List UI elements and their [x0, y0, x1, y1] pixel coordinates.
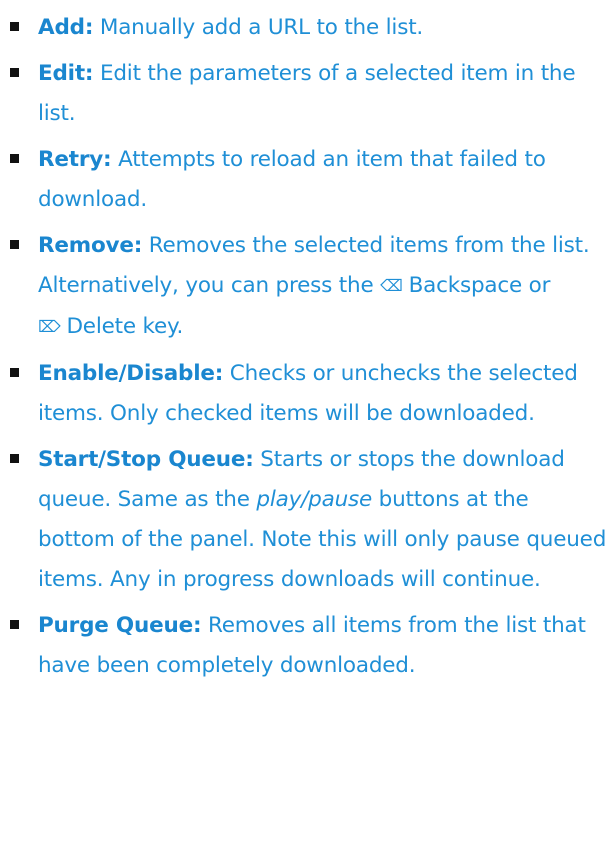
- bullet-icon: [10, 368, 19, 377]
- term-label: Add:: [38, 15, 94, 40]
- bullet-icon: [10, 22, 19, 31]
- bullet-icon: [10, 454, 19, 463]
- bullet-icon: [10, 240, 19, 249]
- term-description: Edit the parameters of a selected item i…: [38, 61, 576, 126]
- bullet-icon: [10, 154, 19, 163]
- delete-key-icon: ⌦: [38, 317, 61, 336]
- delete-key-label: Delete: [66, 314, 136, 339]
- backspace-key-icon: ⌫: [380, 276, 403, 295]
- list-item-purge-queue: Purge Queue: Removes all items from the …: [0, 606, 610, 686]
- term-label: Retry:: [38, 147, 112, 172]
- key-suffix-text: key.: [135, 314, 184, 339]
- or-text: or: [522, 273, 551, 298]
- term-label: Edit:: [38, 61, 94, 86]
- backspace-key-label: Backspace: [408, 273, 523, 298]
- term-label: Enable/Disable:: [38, 361, 224, 386]
- bullet-icon: [10, 620, 19, 629]
- list-item-add: Add: Manually add a URL to the list.: [0, 8, 610, 48]
- list-item-retry: Retry: Attempts to reload an item that f…: [0, 140, 610, 220]
- bullet-icon: [10, 68, 19, 77]
- feature-list: Add: Manually add a URL to the list. Edi…: [0, 8, 610, 692]
- term-description: Attempts to reload an item that failed t…: [38, 147, 546, 212]
- term-label: Start/Stop Queue:: [38, 447, 254, 472]
- list-item-enable-disable: Enable/Disable: Checks or unchecks the s…: [0, 354, 610, 434]
- list-item-edit: Edit: Edit the parameters of a selected …: [0, 54, 610, 134]
- play-pause-emphasis: play/pause: [256, 487, 373, 512]
- list-item-remove: Remove: Removes the selected items from …: [0, 226, 610, 348]
- term-description: Manually add a URL to the list.: [93, 15, 424, 40]
- list-item-start-stop-queue: Start/Stop Queue: Starts or stops the do…: [0, 440, 610, 600]
- term-label: Remove:: [38, 233, 143, 258]
- term-label: Purge Queue:: [38, 613, 202, 638]
